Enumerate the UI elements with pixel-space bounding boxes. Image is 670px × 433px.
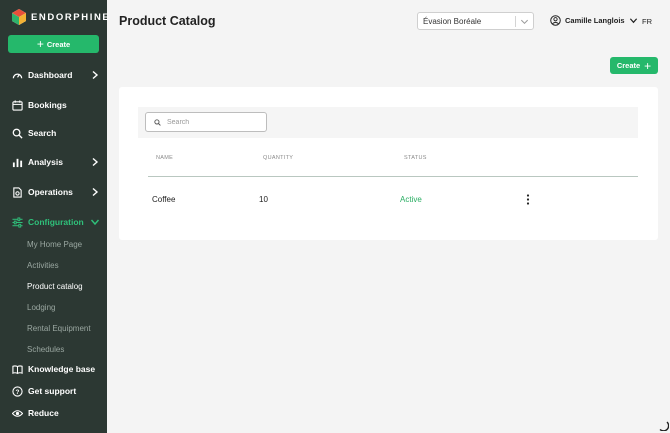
sidebar-item-dashboard[interactable]: Dashboard [12,67,100,83]
sidebar-item-label: Search [28,128,57,138]
language-toggle[interactable]: FR [642,17,652,26]
sidebar-item-reduce[interactable]: Reduce [12,405,100,421]
bar-chart-icon [12,157,23,168]
plus-icon: + [644,58,652,73]
sidebar-item-label: Get support [28,386,77,396]
organization-select[interactable]: Évasion Boréale [417,12,534,30]
search-field[interactable] [145,112,267,132]
sidebar-item-configuration[interactable]: Configuration [12,214,100,230]
sidebar-item-bookings[interactable]: Bookings [12,97,100,113]
eye-icon [12,408,23,419]
user-menu[interactable]: Camille Langlois [550,15,638,26]
organization-select-value: Évasion Boréale [423,16,482,26]
plus-icon: + [36,37,44,51]
sidebar-item-label: Knowledge base [28,364,96,374]
calendar-icon [12,99,23,111]
operations-icon [12,186,23,198]
submenu-item-lodging[interactable]: Lodging [27,303,55,312]
table-header-divider [148,176,638,177]
sidebar: ENDORPHINE + Create Dashboard Bookings S… [0,0,110,433]
help-icon: ? [12,385,23,397]
sidebar-create-label: Create [46,39,71,49]
cell-name: Coffee [152,195,176,204]
sidebar-item-get-support[interactable]: ? Get support [12,383,100,399]
sidebar-item-label: Analysis [28,157,63,167]
sidebar-item-operations[interactable]: Operations [12,184,100,200]
column-header-name[interactable]: NAME [156,155,173,161]
product-catalog-card: NAME QUANTITY STATUS Coffee 10 Active [119,87,658,240]
column-header-quantity[interactable]: QUANTITY [263,155,293,161]
sliders-icon [12,216,23,228]
create-button[interactable]: Create + [610,57,658,74]
sidebar-item-label: Bookings [28,100,67,110]
chevron-right-icon [92,187,99,197]
column-header-status[interactable]: STATUS [404,155,427,161]
svg-text:?: ? [16,388,20,395]
chevron-down-icon [520,19,529,25]
submenu-item-my-home-page[interactable]: My Home Page [27,240,82,249]
brand-logo[interactable]: ENDORPHINE [12,9,110,25]
cell-quantity: 10 [259,195,268,204]
book-icon [12,364,23,375]
submenu-item-activities[interactable]: Activities [27,261,59,270]
sidebar-item-label: Operations [28,187,73,197]
create-button-label: Create [616,61,641,70]
cell-status: Active [400,195,422,204]
brand-name: ENDORPHINE [31,11,111,23]
sidebar-item-label: Dashboard [28,70,73,80]
search-icon [154,118,161,126]
filter-bar [138,107,638,138]
submenu-item-product-catalog[interactable]: Product catalog [27,282,83,291]
sidebar-item-label: Reduce [28,408,59,418]
chevron-right-icon [92,157,99,167]
speedometer-icon [12,70,23,81]
endorphine-logo-icon [12,9,26,25]
loading-spinner-icon [659,421,669,431]
chevron-right-icon [92,70,99,80]
user-avatar-icon [550,15,561,26]
chevron-down-icon [90,219,100,226]
sidebar-item-label: Configuration [28,217,84,227]
chevron-down-icon [629,18,637,24]
submenu-item-schedules[interactable]: Schedules [27,345,64,354]
search-icon [12,128,23,139]
sidebar-item-knowledge-base[interactable]: Knowledge base [12,361,100,377]
user-name: Camille Langlois [565,16,625,25]
sidebar-create-button[interactable]: + Create [8,35,99,53]
submenu-item-rental-equipment[interactable]: Rental Equipment [27,324,91,333]
configuration-submenu: My Home Page Activities Product catalog … [0,234,107,354]
select-divider [515,16,516,27]
row-actions-kebab-icon[interactable] [524,194,532,205]
sidebar-item-analysis[interactable]: Analysis [12,154,100,170]
sidebar-item-search[interactable]: Search [12,125,100,141]
page-title: Product Catalog [119,14,216,28]
search-input[interactable] [167,118,257,126]
